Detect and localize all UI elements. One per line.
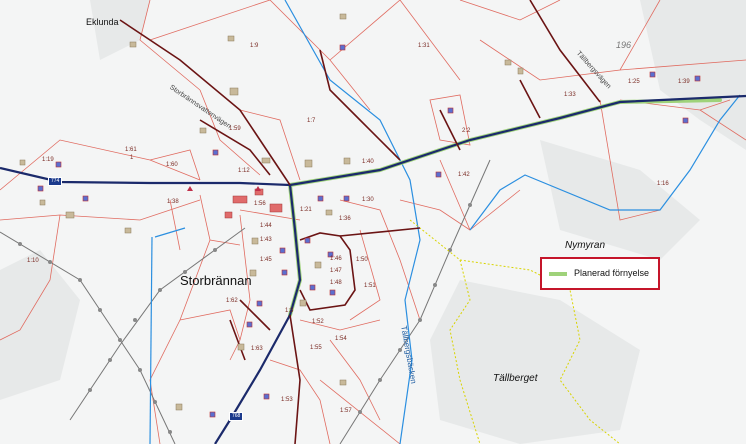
parcel-label: 1:42 <box>458 172 470 178</box>
parcel-label: 1:19 <box>42 157 54 163</box>
parcel-label: 1:7 <box>307 118 316 124</box>
parcel-label: 1:16 <box>657 181 669 187</box>
parcel-label: 1:55 <box>310 345 322 351</box>
parcel-label: 1:31 <box>418 43 430 49</box>
parcel-label: 1:53 <box>281 397 293 403</box>
parcel-label: 1:60 <box>166 162 178 168</box>
parcel-label: 1:25 <box>628 79 640 85</box>
place-tallberget: Tällberget <box>493 373 538 384</box>
parcel-label: 1:48 <box>330 280 342 286</box>
parcel-label: 1:47 <box>330 268 342 274</box>
parcel-label: 1:33 <box>564 92 576 98</box>
parcel-label: 1:12 <box>238 168 250 174</box>
map-canvas <box>0 0 746 444</box>
parcel-label: 1:63 <box>251 346 263 352</box>
place-nymyran: Nymyran <box>565 240 606 251</box>
parcel-label: 1:45 <box>260 257 272 263</box>
parcel-label: 1:39 <box>678 79 690 85</box>
parcel-label: 1 <box>130 155 134 161</box>
parcel-label: 1:50 <box>356 257 368 263</box>
parcel-label: 1:44 <box>260 223 272 229</box>
parcel-label: 1:56 <box>254 201 266 207</box>
parcel-label: 1:36 <box>339 216 351 222</box>
road-shield-west: 774 <box>48 177 63 186</box>
map[interactable]: Eklunda Storbrännan Tällberget Nymyran 1… <box>0 0 746 444</box>
parcel-label: 1:30 <box>362 197 374 203</box>
parcel-label: 1:9 <box>250 43 259 49</box>
parcel-label: 1:21 <box>300 207 312 213</box>
parcel-label: 1:10 <box>27 258 39 264</box>
map-legend: Planerad förnyelse <box>540 257 660 290</box>
parcel-label: 1:52 <box>312 319 324 325</box>
parcel-label: 1:57 <box>340 408 352 414</box>
elevation-label: 196 <box>616 40 632 50</box>
legend-swatch <box>549 272 567 276</box>
parcel-label: 1:46 <box>330 256 342 262</box>
triangle-markers <box>187 186 261 191</box>
parcel-label: 1:61 <box>125 147 137 153</box>
parcel-label: 1:3 <box>285 308 294 314</box>
place-eklunda: Eklunda <box>86 17 119 27</box>
parcel-label: 1:43 <box>260 237 272 243</box>
parcel-label: 1:62 <box>226 298 238 304</box>
road-shield-south: 768 <box>229 412 244 421</box>
parcel-label: 1:51 <box>364 283 376 289</box>
parcel-label: 2:2 <box>462 128 471 134</box>
legend-label: Planerad förnyelse <box>574 268 650 278</box>
place-storbrannan: Storbrännan <box>180 273 252 288</box>
parcel-label: 1:59 <box>229 126 241 132</box>
terrain-shading <box>0 0 746 444</box>
parcel-label: 1:40 <box>362 159 374 165</box>
parcel-label: 1:38 <box>167 199 179 205</box>
parcel-label: 1:54 <box>335 336 347 342</box>
